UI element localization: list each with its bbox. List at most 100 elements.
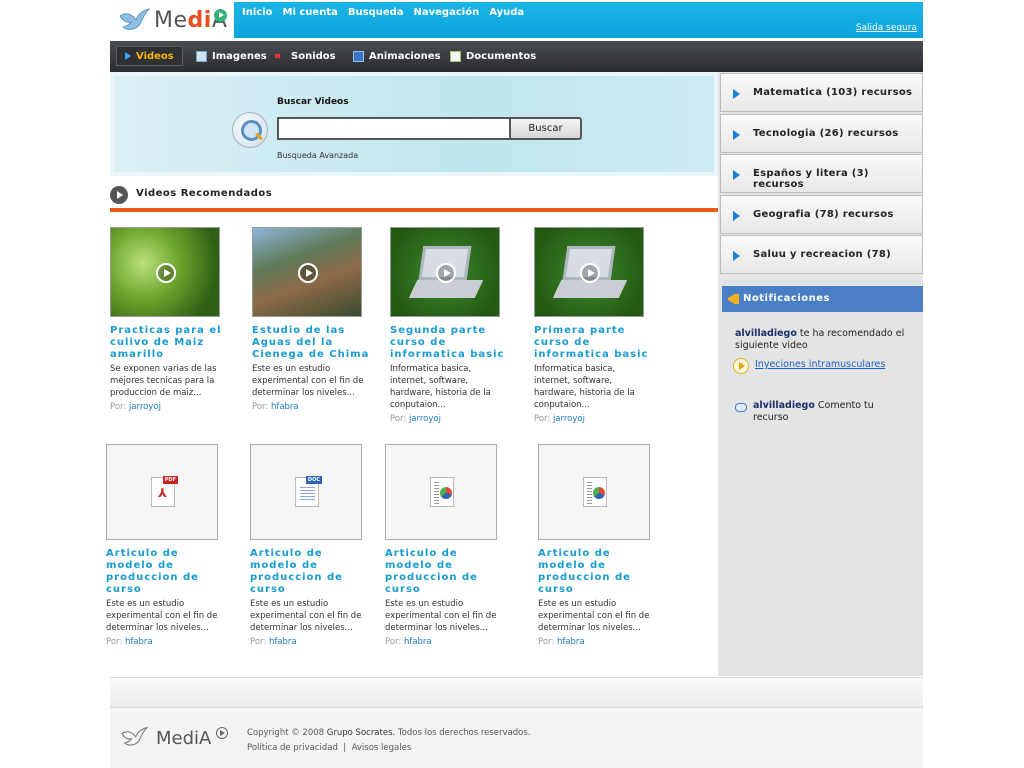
privacy-link[interactable]: Política de privacidad	[247, 743, 338, 753]
document-title[interactable]: Articulo de modelo de produccion de curs…	[250, 548, 368, 596]
arrow-right-icon	[733, 89, 740, 99]
author-link[interactable]: jarroyoj	[129, 402, 161, 412]
search-button[interactable]: Buscar	[509, 117, 582, 140]
video-author: Por: hfabra	[252, 402, 299, 412]
notification-user[interactable]: alvilladiego	[735, 328, 797, 339]
notification-recommendation: alvilladiego te ha recomendado el siguie…	[735, 328, 905, 351]
video-title[interactable]: Segunda parte curso de informatica basic	[390, 325, 508, 361]
word-document-icon: DOC	[295, 476, 322, 507]
video-card: Practicas para el culivo de Maiz amarill…	[110, 227, 228, 412]
arrow-right-icon	[733, 251, 740, 261]
arrow-right-icon	[733, 170, 740, 180]
video-title[interactable]: Practicas para el culivo de Maiz amarill…	[110, 325, 228, 361]
video-author: Por: jarroyoj	[110, 402, 161, 412]
recommended-heading: Videos Recomendados	[110, 184, 718, 212]
tab-imagenes[interactable]: Imagenes	[196, 46, 267, 66]
video-thumbnail[interactable]	[390, 227, 500, 317]
document-description: Este es un estudio experimental con el f…	[538, 599, 650, 633]
document-title[interactable]: Articulo de modelo de produccion de curs…	[538, 548, 656, 596]
video-thumbnail[interactable]	[110, 227, 220, 317]
document-card: Articulo de modelo de produccion de curs…	[385, 444, 503, 647]
document-thumbnail[interactable]	[538, 444, 650, 540]
document-title[interactable]: Articulo de modelo de produccion de curs…	[106, 548, 224, 596]
sidebar: Matematica (103) recursos Tecnologia (26…	[718, 72, 923, 676]
author-link[interactable]: jarroyoj	[553, 414, 585, 424]
chart-document-icon	[430, 477, 454, 507]
document-thumbnail[interactable]: PDF ⅄	[106, 444, 218, 540]
advanced-search-link[interactable]: Busqueda Avanzada	[277, 151, 358, 160]
nav-inicio[interactable]: Inicio	[242, 7, 273, 18]
tab-videos[interactable]: Videos	[116, 46, 183, 66]
nav-mi-cuenta[interactable]: Mi cuenta	[283, 7, 338, 18]
document-card: PDF ⅄ Articulo de modelo de produccion de…	[106, 444, 224, 647]
logo[interactable]: MediA	[110, 0, 234, 40]
document-thumbnail[interactable]: DOC	[250, 444, 362, 540]
play-icon	[436, 263, 456, 283]
top-nav: Inicio Mi cuenta Busqueda Navegación Ayu…	[242, 7, 524, 18]
video-thumbnail[interactable]	[534, 227, 644, 317]
author-link[interactable]: hfabra	[557, 637, 585, 647]
video-card: Segunda parte curso de informatica basic…	[390, 227, 508, 424]
document-title[interactable]: Articulo de modelo de produccion de curs…	[385, 548, 503, 596]
video-description: Informatica basica, internet, software, …	[390, 364, 491, 410]
video-title[interactable]: Primera parte curso de informatica basic	[534, 325, 652, 361]
footer-links: Política de privacidad | Avisos legales	[247, 743, 412, 753]
search-panel: Buscar Videos Buscar Busqueda Avanzada	[110, 72, 718, 176]
header: MediA Inicio Mi cuenta Busqueda Navegaci…	[110, 0, 923, 40]
notifications-header: Notificaciones	[722, 286, 923, 312]
document-author: Por: hfabra	[250, 637, 297, 647]
tab-animaciones[interactable]: Animaciones	[353, 46, 441, 66]
animation-icon	[353, 50, 364, 62]
pdf-icon: PDF ⅄	[151, 476, 178, 507]
document-author: Por: hfabra	[106, 637, 153, 647]
comment-icon	[735, 403, 747, 412]
document-icon	[450, 50, 461, 62]
play-circle-icon	[733, 358, 749, 374]
video-title[interactable]: Estudio de las Aguas del la Cienega de C…	[252, 325, 370, 361]
play-icon	[580, 263, 600, 283]
logout-link[interactable]: Salida segura	[856, 23, 917, 33]
play-icon	[156, 263, 176, 283]
video-author: Por: jarroyoj	[534, 414, 585, 424]
video-card: Primera parte curso de informatica basic…	[534, 227, 652, 424]
document-description: Este es un estudio experimental con el f…	[385, 599, 497, 633]
category-espanol-literatura[interactable]: Españos y litera (3) recursos	[720, 154, 923, 193]
document-card: Articulo de modelo de produccion de curs…	[538, 444, 656, 647]
footer-logo-text: MediA	[156, 728, 212, 749]
play-icon	[298, 263, 318, 283]
tab-documentos[interactable]: Documentos	[450, 46, 536, 66]
dove-logo-icon	[119, 8, 150, 30]
magnifier-icon	[232, 112, 268, 148]
nav-busqueda[interactable]: Busqueda	[348, 7, 404, 18]
nav-ayuda[interactable]: Ayuda	[489, 7, 524, 18]
document-thumbnail[interactable]	[385, 444, 497, 540]
category-matematica[interactable]: Matematica (103) recursos	[720, 73, 923, 112]
category-tecnologia[interactable]: Tecnologia (26) recursos	[720, 114, 923, 153]
arrow-right-icon	[733, 211, 740, 221]
document-description: Este es un estudio experimental con el f…	[106, 599, 218, 633]
document-description: Este es un estudio experimental con el f…	[250, 599, 362, 633]
top-navigation-bar: Inicio Mi cuenta Busqueda Navegación Ayu…	[234, 2, 923, 38]
nav-navegacion[interactable]: Navegación	[414, 7, 480, 18]
notification-video-link[interactable]: Inyeciones intramusculares	[755, 359, 885, 370]
media-tabs-bar: Videos Imagenes Sonidos Animaciones Docu…	[110, 41, 923, 72]
footer: MediA Copyright © 2008 Grupo Socrates. T…	[110, 707, 923, 768]
copyright: Copyright © 2008 Grupo Socrates. Todos l…	[247, 728, 531, 738]
category-geografia[interactable]: Geografia (78) recursos	[720, 195, 923, 234]
video-card: Estudio de las Aguas del la Cienega de C…	[252, 227, 370, 412]
notification-user[interactable]: alvilladiego	[753, 400, 815, 411]
notification-comment: alvilladiego Comento tu recurso	[753, 400, 874, 423]
legal-link[interactable]: Avisos legales	[352, 743, 412, 753]
author-link[interactable]: hfabra	[125, 637, 153, 647]
category-salud-recreacion[interactable]: Saluu y recreacion (78)	[720, 235, 923, 274]
video-thumbnail[interactable]	[252, 227, 362, 317]
author-link[interactable]: hfabra	[269, 637, 297, 647]
video-description: Informatica basica, internet, software, …	[534, 364, 635, 410]
author-link[interactable]: hfabra	[271, 402, 299, 412]
author-link[interactable]: jarroyoj	[409, 414, 441, 424]
search-input[interactable]	[277, 117, 511, 140]
tab-sonidos[interactable]: Sonidos	[275, 46, 336, 66]
video-description: Se exponen varias de las mejores tecnica…	[110, 364, 217, 398]
author-link[interactable]: hfabra	[404, 637, 432, 647]
image-icon	[196, 50, 207, 62]
